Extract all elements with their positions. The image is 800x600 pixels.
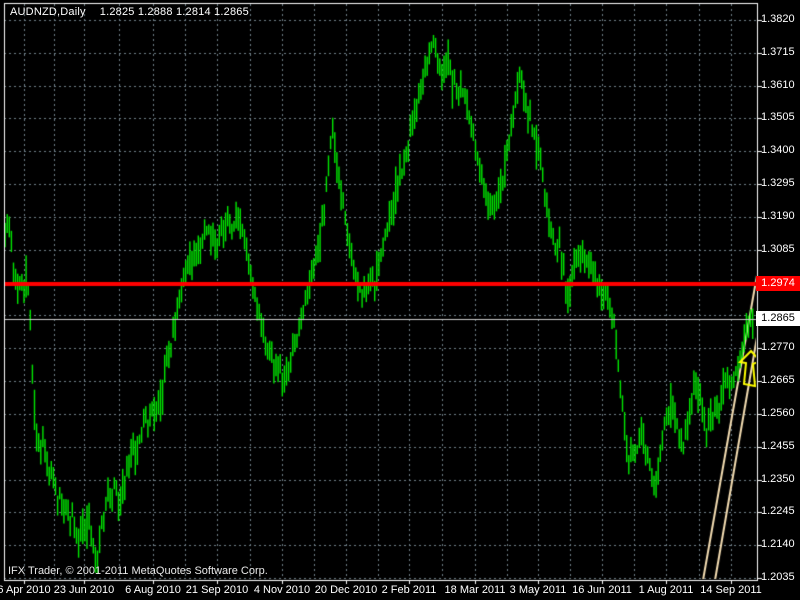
date-tick-label: 2 Feb 2011 (381, 584, 437, 596)
date-tick-label: 4 Nov 2010 (253, 584, 311, 596)
price-tick-label: 1.3610 (761, 79, 795, 91)
price-tick-label: 1.2665 (761, 374, 795, 386)
date-tick-label: 20 Dec 2010 (314, 584, 378, 596)
chart-title: AUDNZD,Daily 1.2825 1.2888 1.2814 1.2865 (10, 6, 249, 19)
date-tick-label: 14 Sep 2011 (700, 584, 762, 596)
date-tick-label: 6 Apr 2010 (0, 584, 51, 596)
terminal-chart-window: AUDNZD,Daily 1.2825 1.2888 1.2814 1.2865 … (0, 0, 800, 600)
price-tick-label: 1.2035 (761, 571, 795, 583)
date-tick-label: 3 May 2011 (509, 584, 567, 596)
price-tick-label: 1.3715 (761, 46, 795, 58)
price-tick-label: 1.3505 (761, 111, 795, 123)
date-tick-label: 1 Aug 2011 (638, 584, 694, 596)
price-tick-label: 1.2560 (761, 407, 795, 419)
price-tick-label: 1.2245 (761, 505, 795, 517)
price-tick-label: 1.2350 (761, 473, 795, 485)
price-tick-label: 1.3295 (761, 177, 795, 189)
date-tick-label: 23 Jun 2010 (53, 584, 115, 596)
price-tick-label: 1.3190 (761, 210, 795, 222)
price-tick-label: 1.3085 (761, 243, 795, 255)
date-tick-label: 21 Sep 2010 (185, 584, 249, 596)
price-tick-label: 1.2770 (761, 341, 795, 353)
price-chart-canvas[interactable] (0, 0, 800, 600)
date-tick-label: 6 Aug 2010 (125, 584, 181, 596)
date-tick-label: 18 Mar 2011 (444, 584, 506, 596)
date-tick-label: 16 Jun 2011 (572, 584, 632, 596)
price-tick-label: 1.3820 (761, 13, 795, 25)
price-tick-label: 1.2140 (761, 538, 795, 550)
price-tick-label: 1.3400 (761, 144, 795, 156)
hline-price-tag[interactable]: 1.2974 (756, 276, 800, 291)
symbol-period-label: AUDNZD,Daily (10, 6, 86, 18)
ohlc-values: 1.2825 1.2888 1.2814 1.2865 (99, 6, 249, 18)
bid-price-tag: 1.2865 (756, 311, 800, 326)
platform-watermark: IFX Trader, © 2001-2011 MetaQuotes Softw… (8, 565, 268, 577)
price-tick-label: 1.2455 (761, 440, 795, 452)
